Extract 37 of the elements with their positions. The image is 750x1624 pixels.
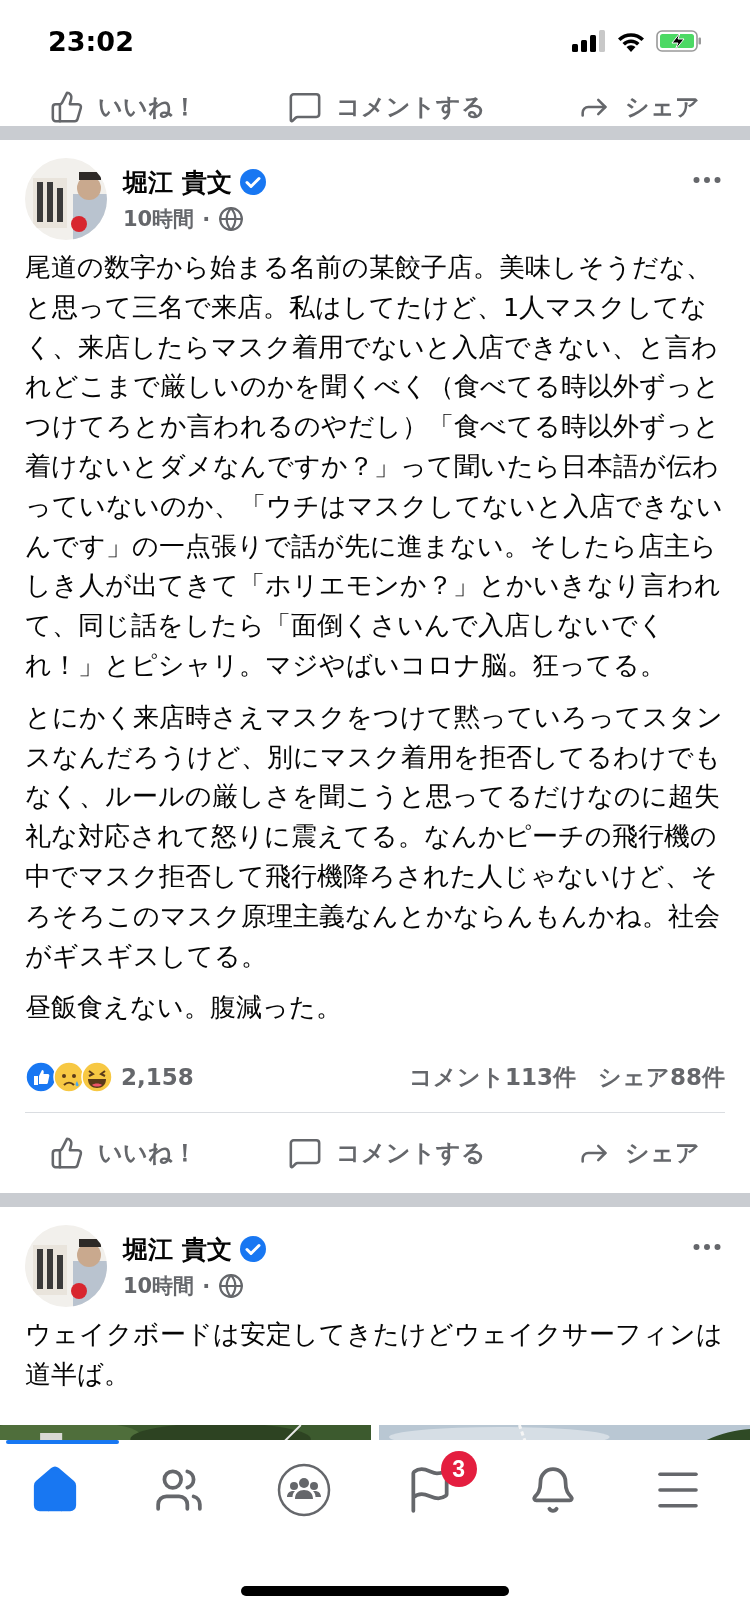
notification-badge: 3 bbox=[440, 1451, 477, 1487]
signal-icon bbox=[572, 30, 606, 52]
battery-charging-icon bbox=[656, 30, 702, 52]
post-paragraph: ウェイクボードは安定してきたけどウェイクサーフィンは道半ば。 bbox=[25, 1318, 724, 1391]
like-button[interactable]: いいね！ bbox=[50, 88, 197, 128]
comment-count[interactable]: コメント113件 bbox=[408, 1061, 576, 1093]
like-reaction-icon bbox=[25, 1061, 57, 1094]
share-count[interactable]: シェア88件 bbox=[598, 1061, 725, 1093]
comment-icon bbox=[288, 90, 322, 124]
share-button[interactable]: シェア bbox=[577, 88, 700, 128]
globe-icon bbox=[218, 1272, 245, 1299]
post-paragraph: 昼飯食えない。腹減った。 bbox=[25, 991, 343, 1025]
post-paragraph: 尾道の数字から始まる名前の某餃子店。美味しそうだな、と思って三名で来店。私はしてたけど、1人マスクしてなく、来店したらマスク着用でないと入店できない、と言われどこまで厳しいのかを聞くべく（食べてる時以外ずっとつけてろとか言われるのやだし）「食べてる時以外ずっと着けないとダメなんですか？」って聞いたら日本語が伝わっていないのか、「ウチはマスクしてないと入店できないんです」の一点張りで話が先に進まない。そしたら店主らしき人が出てきて「ホリエモンか？」とかいきなり言われて、同じ話をしたら「面倒くさいんで入店しないでくれ！」とピシャリ。マジやばいコロナ脳。狂ってる。 bbox=[25, 251, 724, 682]
like-button[interactable]: いいね！ bbox=[50, 1132, 197, 1175]
separator-dot: · bbox=[202, 206, 211, 231]
comment-icon bbox=[288, 1136, 322, 1171]
groups-icon bbox=[277, 1463, 332, 1517]
pages-tab[interactable]: 3 bbox=[398, 1451, 477, 1521]
share-button[interactable]: シェア bbox=[577, 1132, 700, 1175]
globe-icon bbox=[218, 205, 245, 232]
author-name[interactable]: 堀江 貴文 bbox=[123, 1232, 232, 1266]
laughing-reaction-icon bbox=[81, 1061, 113, 1094]
wifi-icon bbox=[616, 30, 646, 52]
sad-reaction-icon bbox=[53, 1061, 85, 1094]
comment-button[interactable]: コメントする bbox=[288, 88, 486, 128]
comment-button[interactable]: コメントする bbox=[288, 1132, 486, 1175]
thumbs-up-icon bbox=[50, 90, 84, 124]
verified-badge-icon bbox=[239, 169, 266, 195]
reaction-count[interactable]: 2,158 bbox=[121, 1064, 194, 1091]
separator-dot: · bbox=[202, 1273, 211, 1298]
verified-badge-icon bbox=[239, 1236, 266, 1263]
author-name[interactable]: 堀江 貴文 bbox=[123, 165, 232, 199]
post-time[interactable]: 10時間 bbox=[123, 204, 195, 233]
thumbs-up-icon bbox=[50, 1136, 84, 1171]
post-paragraph: とにかく来店時さえマスクをつけて黙っていろってスタンスなんだろうけど、別にマスク着用を拒否してるわけでもなく、ルールの厳しさを聞こうと思ってるだけなのに超失礼な対応されて怒りに震えてる。なんかピーチの飛行機の中でマスク拒否して飛行機降ろされた人じゃないけど、そろそろこのマスク原理主義なんとかならんもんかね。社会がギスギスしてる。 bbox=[25, 700, 724, 973]
post-time[interactable]: 10時間 bbox=[123, 1271, 195, 1300]
status-time: 23:02 bbox=[48, 25, 134, 57]
